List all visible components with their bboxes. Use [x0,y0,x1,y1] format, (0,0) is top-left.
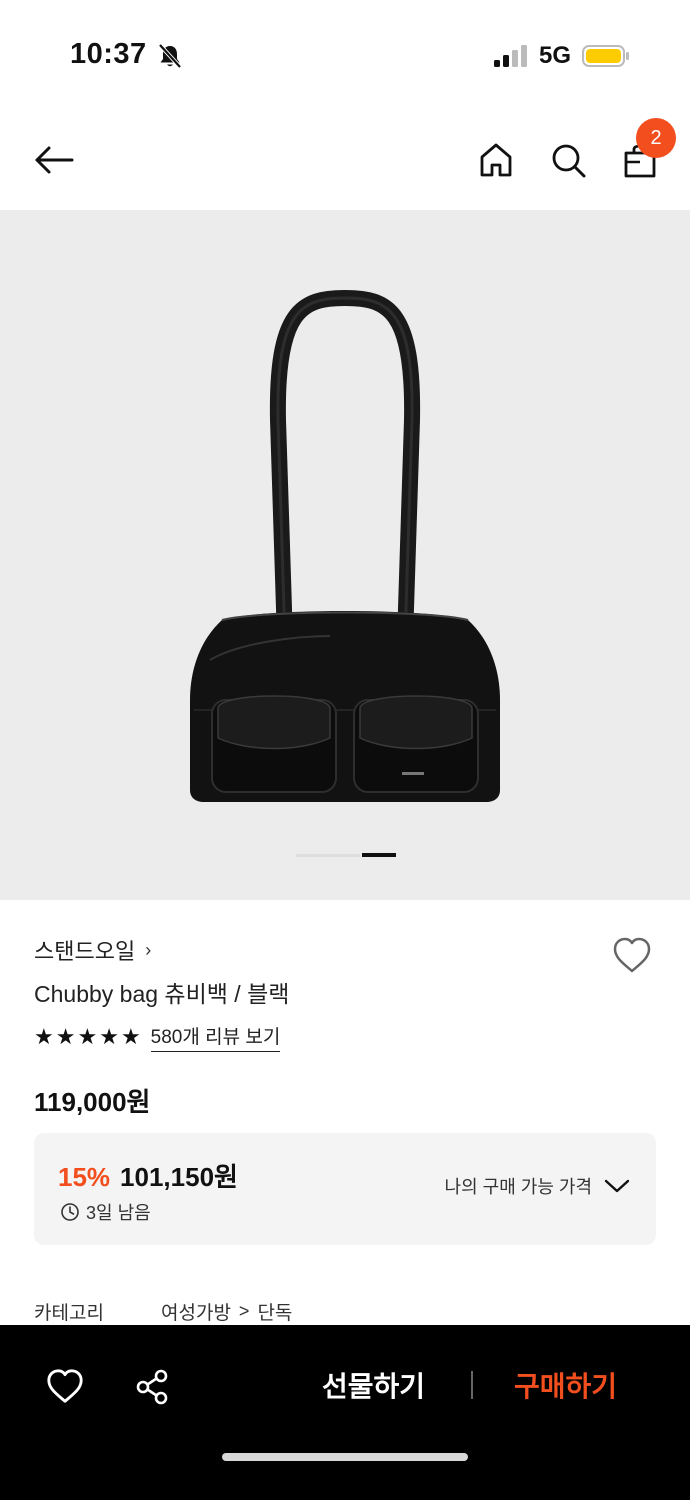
list-price: 119,000원 [34,1087,151,1117]
brand-name: 스탠드오일 [34,939,136,964]
home-icon [480,143,512,177]
cart-count-badge: 2 [636,118,676,158]
sale-price: 101,150원 [120,1162,238,1192]
chevron-right-icon: › [145,939,152,960]
carousel-pager [296,853,396,858]
star-icon: ★ [55,1024,76,1049]
back-arrow-icon [35,146,74,174]
category-separator: > [238,1301,250,1321]
clock-icon [61,1203,79,1221]
category-item[interactable]: 단독 [257,1298,292,1325]
my-price-label: 나의 구매 가능 가격 [444,1177,592,1197]
gift-button[interactable]: 선물하기 [322,1365,425,1405]
discount-price-box: 15% 101,150원 3일 남음 나의 구매 가능 가격 [34,1133,656,1245]
review-link[interactable]: 580개 리뷰 보기 [150,1022,281,1052]
rating-row: ★ ★ ★ ★ ★ 580개 리뷰 보기 [34,1022,281,1052]
share-icon [136,1369,168,1405]
time-remaining: 3일 남음 [60,1199,151,1225]
pager-dot-inactive [296,854,360,857]
remaining-text: 3일 남음 [86,1203,151,1223]
share-button[interactable] [131,1365,175,1409]
home-indicator [222,1453,468,1461]
star-icon: ★ [120,1024,141,1049]
status-time: 10:37 [70,38,147,70]
like-button[interactable] [43,1365,87,1409]
home-button[interactable] [474,138,518,182]
product-image-carousel[interactable] [0,210,690,900]
product-title: Chubby bag 츄비백 / 블랙 [34,981,290,1007]
bell-slash-icon [158,43,182,69]
my-price-dropdown[interactable]: 나의 구매 가능 가격 [445,1173,630,1199]
signal-icon [494,45,527,67]
action-divider [471,1371,473,1399]
star-icon: ★ [77,1024,98,1049]
heart-icon [47,1369,83,1403]
search-icon [552,144,586,178]
wishlist-button[interactable] [606,930,658,982]
rating-stars: ★ ★ ★ ★ ★ [34,1026,141,1048]
product-image [190,290,500,802]
status-bar: 10:37 5G [0,0,690,110]
discount-row: 15% 101,150원 [58,1157,238,1194]
category-breadcrumb: 여성가방 > 단독 [161,1298,292,1325]
brand-link[interactable]: 스탠드오일 › [34,932,151,968]
buy-button[interactable]: 구매하기 [514,1365,617,1405]
search-button[interactable] [546,138,590,182]
bottom-action-bar: 선물하기 구매하기 [0,1325,690,1500]
network-label: 5G [539,42,572,69]
category-item[interactable]: 여성가방 [161,1298,231,1325]
star-icon: ★ [34,1024,54,1049]
pager-dot-active [362,853,396,857]
back-button[interactable] [32,138,76,182]
battery-icon [582,45,629,67]
heart-icon [613,937,651,973]
discount-rate: 15% [58,1162,111,1192]
category-row: 카테고리 여성가방 > 단독 [34,1298,292,1325]
top-nav-bar [0,110,690,210]
star-icon: ★ [99,1024,119,1049]
category-label: 카테고리 [34,1303,104,1324]
chevron-down-icon [604,1179,630,1193]
